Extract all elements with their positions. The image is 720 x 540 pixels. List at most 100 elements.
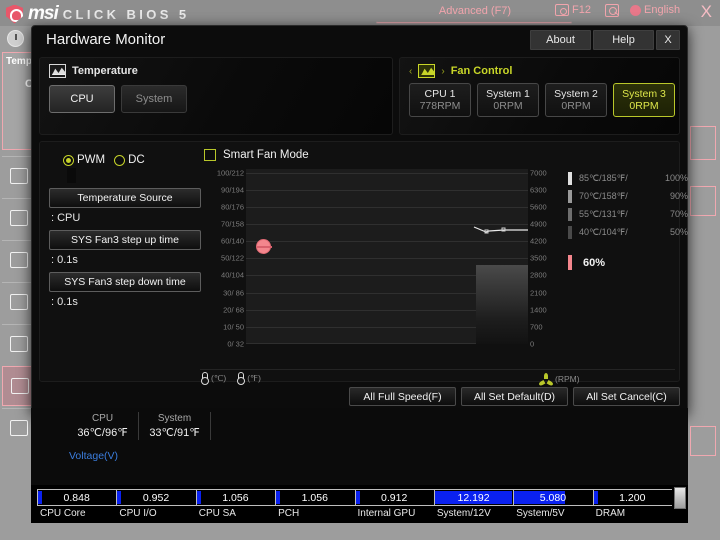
- ez-icon: [10, 168, 28, 184]
- language-label: English: [644, 4, 681, 16]
- search-button[interactable]: [605, 4, 619, 17]
- voltage-cell-internal-gpu[interactable]: 0.912: [354, 489, 434, 506]
- help-button[interactable]: Help: [593, 30, 654, 50]
- voltage-label: System/5V: [516, 508, 565, 519]
- status-temp-value: 36℃/96℉: [77, 427, 128, 439]
- plot-area: 100/212 90/194 80/176 70/158 60/140 50/1…: [200, 168, 688, 387]
- msi-wordmark: msi: [28, 3, 59, 24]
- prev-arrow-icon[interactable]: ‹: [409, 66, 412, 77]
- voltage-cell-system-12v[interactable]: 12.192: [433, 489, 513, 506]
- radio-pwm-label: PWM: [77, 154, 106, 166]
- right-panel-item-3[interactable]: [690, 426, 716, 456]
- fan-name: System 2: [554, 88, 598, 100]
- advanced-mode-label: Advanced (F7): [438, 5, 512, 17]
- fan-settings-column: PWM DC Temperature Source : CPU SYS Fan3…: [49, 154, 201, 314]
- voltage-cell-pch[interactable]: 1.056: [275, 489, 354, 506]
- fan-tab-cpu1[interactable]: CPU 1 778RPM: [409, 83, 471, 117]
- msi-logo: msi CLICK BIOS 5: [6, 3, 190, 25]
- voltage-section-header: Voltage(V): [69, 450, 119, 462]
- hardware-monitor-dialog: Hardware Monitor About Help X Temperatur…: [31, 25, 688, 414]
- bios-right-sidebar: [684, 26, 720, 540]
- y-tick-left: 0/ 32: [227, 339, 244, 349]
- status-temp-value: 33℃/91℉: [149, 427, 200, 439]
- all-set-default-button[interactable]: All Set Default(D): [461, 387, 568, 406]
- radio-dc-label: DC: [128, 154, 145, 166]
- voltage-cell-dram[interactable]: 1.200: [592, 489, 672, 506]
- tab-system[interactable]: System: [121, 85, 187, 113]
- right-panel-item-1[interactable]: [690, 126, 716, 160]
- next-arrow-icon[interactable]: ›: [441, 66, 444, 77]
- status-temp-name: System: [157, 413, 192, 424]
- step-down-time-value: : 0.1s: [51, 296, 78, 308]
- voltage-label: Internal GPU: [357, 508, 416, 519]
- screenshot-button[interactable]: F12: [555, 4, 591, 16]
- dialog-close-button[interactable]: X: [656, 30, 680, 50]
- scrollbar-thumb[interactable]: [674, 487, 686, 509]
- legend-swatch: [568, 207, 572, 221]
- voltage-label: DRAM: [595, 508, 626, 519]
- close-icon[interactable]: X: [701, 3, 712, 20]
- search-icon: [605, 4, 619, 17]
- status-temp-cpu: CPU 36℃/96℉: [67, 412, 139, 440]
- status-strip: CPU 36℃/96℉ System 33℃/91℉ Voltage(V): [31, 408, 688, 490]
- fan-control-panel-title: Fan Control: [450, 65, 513, 77]
- thermometer-celsius-icon: [200, 372, 209, 385]
- tab-cpu[interactable]: CPU: [49, 85, 115, 113]
- fan-curve-panel: PWM DC Temperature Source : CPU SYS Fan3…: [39, 141, 688, 387]
- legend-swatch: [568, 189, 572, 203]
- fan-tab-system3[interactable]: System 3 0RPM: [613, 83, 675, 117]
- voltage-cell-cpu-core[interactable]: 0.848: [37, 489, 116, 506]
- smart-fan-mode-label: Smart Fan Mode: [223, 149, 309, 161]
- dialog-buttons: About Help X: [530, 30, 680, 50]
- text-cursor: [67, 168, 76, 183]
- y-tick-right: 4900: [530, 219, 547, 229]
- fan-rpm: 0RPM: [561, 100, 591, 112]
- radio-dc[interactable]: [114, 154, 126, 166]
- legend-swatch: [568, 171, 572, 185]
- chart-legend: 85℃/185℉/ 100% 70℃/158℉/ 90% 55℃/131℉/ 7…: [568, 169, 688, 270]
- voltage-cell-cpu-io[interactable]: 0.952: [116, 489, 195, 506]
- all-full-speed-button[interactable]: All Full Speed(F): [349, 387, 456, 406]
- fan-tab-system2[interactable]: System 2 0RPM: [545, 83, 607, 117]
- smart-fan-mode-row[interactable]: Smart Fan Mode: [200, 147, 675, 165]
- voltage-cell-system-5v[interactable]: 5.080: [513, 489, 592, 506]
- y-tick-left: 80/176: [221, 202, 244, 212]
- y-tick-right: 4200: [530, 236, 547, 246]
- fan-name: CPU 1: [424, 88, 456, 100]
- chip-icon: [10, 252, 28, 268]
- radio-pwm[interactable]: [63, 154, 74, 166]
- fan-name: System 3: [622, 88, 666, 100]
- fan-icon: [538, 372, 554, 387]
- y-tick-right: 6300: [530, 185, 547, 195]
- temperature-source-button[interactable]: Temperature Source: [49, 188, 201, 208]
- temperature-source-tabs: CPU System: [40, 78, 392, 113]
- advanced-mode-button[interactable]: Advanced (F7): [400, 0, 550, 24]
- y-tick-left: 10/ 50: [223, 322, 244, 332]
- status-temp-name: CPU: [91, 413, 114, 424]
- plot-grid[interactable]: [246, 169, 528, 345]
- y-tick-left: 100/212: [216, 168, 244, 177]
- voltage-value: 0.952: [142, 491, 170, 504]
- language-button[interactable]: English: [630, 4, 680, 16]
- fan-tab-system1[interactable]: System 1 0RPM: [477, 83, 539, 117]
- voltage-cell-cpu-sa[interactable]: 1.056: [195, 489, 275, 506]
- smart-fan-mode-checkbox[interactable]: [204, 149, 216, 161]
- hardware-monitor-icon: [11, 378, 29, 394]
- temperature-panel: Temperature CPU System: [39, 57, 393, 135]
- y-axis-left: 100/212 90/194 80/176 70/158 60/140 50/1…: [200, 168, 244, 349]
- step-up-time-button[interactable]: SYS Fan3 step up time: [49, 230, 201, 250]
- about-button[interactable]: About: [530, 30, 591, 50]
- voltage-track: 0.848 0.952 1.056 1.056 0.912 12.192 5.0…: [37, 489, 672, 506]
- legend-row: 85℃/185℉/ 100%: [568, 169, 688, 187]
- action-button-row: All Full Speed(F) All Set Default(D) All…: [349, 387, 680, 406]
- step-down-time-button[interactable]: SYS Fan3 step down time: [49, 272, 201, 292]
- y-tick-right: 5600: [530, 202, 547, 212]
- all-set-cancel-button[interactable]: All Set Cancel(C): [573, 387, 680, 406]
- fan-chart-icon: [418, 64, 436, 78]
- current-temp-marker[interactable]: [256, 239, 272, 254]
- y-tick-left: 40/104: [221, 270, 244, 280]
- y-tick-left: 20/ 68: [223, 305, 244, 315]
- right-panel-item-2[interactable]: [690, 186, 716, 216]
- legend-row: 40℃/104℉/ 50%: [568, 223, 688, 241]
- y-tick-right: 2800: [530, 270, 547, 280]
